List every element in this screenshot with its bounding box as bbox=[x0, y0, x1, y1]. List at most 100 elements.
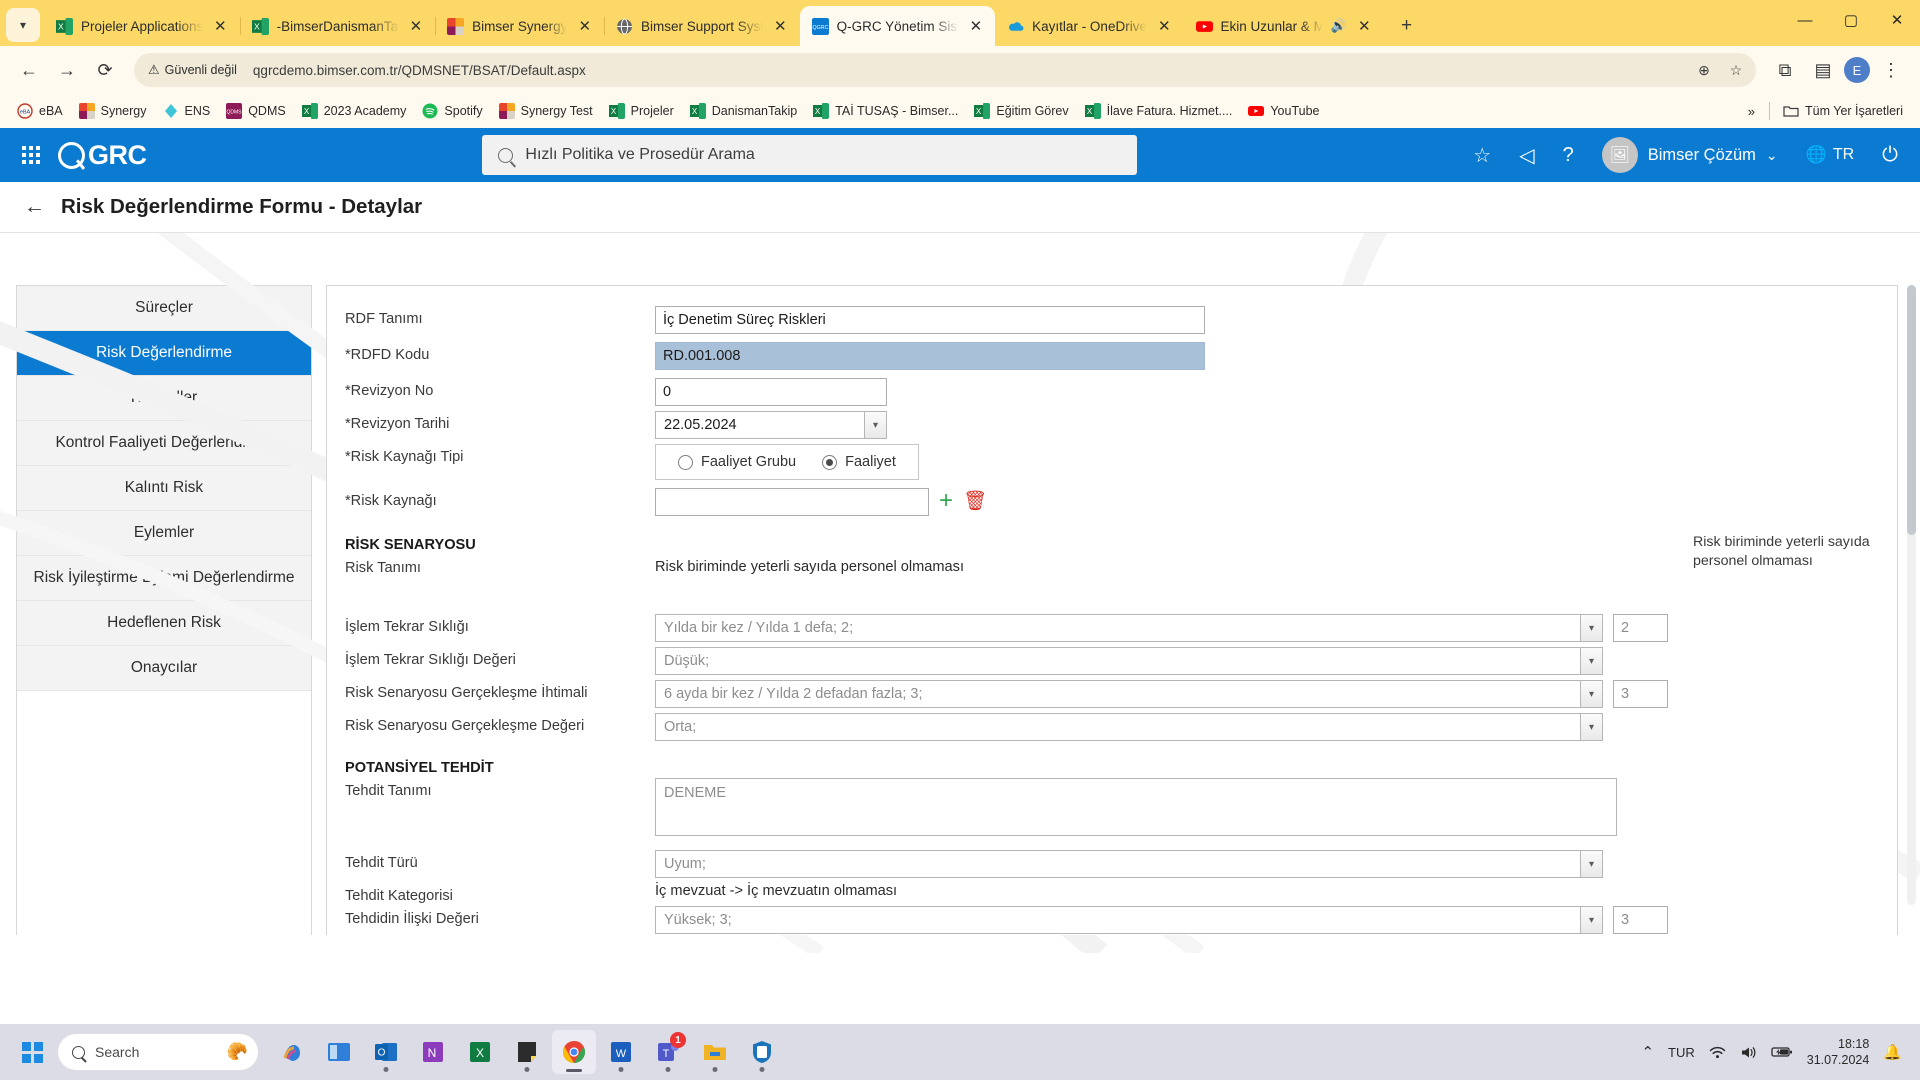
islem-tekrar-sikligi-degeri-dropdown[interactable]: Düşük; ▾ bbox=[655, 647, 1603, 675]
power-icon[interactable]: ⏻ bbox=[1882, 144, 1898, 167]
sidebar-item-surecler[interactable]: Süreçler bbox=[17, 286, 311, 331]
task-view-icon[interactable] bbox=[317, 1030, 361, 1074]
browser-tab-5[interactable]: Kayıtlar - OneDrive ✕ bbox=[995, 6, 1183, 46]
battery-charging-icon[interactable] bbox=[1771, 1045, 1793, 1059]
maximize-button[interactable]: ▢ bbox=[1828, 0, 1874, 40]
chevron-down-icon[interactable]: ▾ bbox=[1580, 906, 1603, 934]
address-bar[interactable]: ⚠ Güvenli değil qgrcdemo.bimser.com.tr/Q… bbox=[134, 53, 1756, 87]
chevron-down-icon[interactable]: ▾ bbox=[1580, 713, 1603, 741]
browser-tab-2[interactable]: Bimser Synergy ✕ bbox=[435, 6, 606, 46]
announcement-icon[interactable]: ◁ bbox=[1519, 143, 1534, 168]
apps-grid-icon[interactable] bbox=[22, 146, 40, 164]
tehdit-turu-dropdown[interactable]: Uyum; ▾ bbox=[655, 850, 1603, 878]
teams-icon[interactable]: T 1 bbox=[646, 1030, 690, 1074]
bookmark-synergy[interactable]: Synergy bbox=[72, 99, 154, 123]
back-button[interactable]: ← bbox=[12, 53, 46, 87]
risk-gerceklesme-ihtimali-dropdown[interactable]: 6 ayda bir kez / Yılda 2 defadan fazla; … bbox=[655, 680, 1603, 708]
tab-search-button[interactable]: ▾ bbox=[6, 8, 40, 42]
chevron-down-icon[interactable]: ▾ bbox=[1580, 647, 1603, 675]
tab-close-button[interactable]: ✕ bbox=[967, 17, 986, 36]
back-arrow-icon[interactable]: ← bbox=[24, 195, 45, 219]
chrome-icon[interactable] bbox=[552, 1030, 596, 1074]
bookmark-ens[interactable]: ENS bbox=[156, 99, 218, 123]
language-selector[interactable]: 🌐 TR bbox=[1806, 145, 1855, 165]
window-close-button[interactable]: ✕ bbox=[1874, 0, 1920, 40]
revizyon-no-input[interactable]: 0 bbox=[655, 378, 887, 406]
bookmark-star-icon[interactable]: ☆ bbox=[1722, 56, 1750, 84]
copilot-icon[interactable] bbox=[270, 1030, 314, 1074]
windows-start-icon[interactable] bbox=[10, 1030, 54, 1074]
tab-close-button[interactable]: ✕ bbox=[407, 17, 426, 36]
sidebar-item-kontroller[interactable]: Kontroller bbox=[17, 376, 311, 421]
bookmark-2023-academy[interactable]: X 2023 Academy bbox=[295, 99, 414, 123]
bookmark-projeler[interactable]: X Projeler bbox=[602, 99, 681, 123]
tab-close-button[interactable]: ✕ bbox=[1155, 17, 1174, 36]
bookmark-synergy-test[interactable]: Synergy Test bbox=[492, 99, 600, 123]
reload-button[interactable]: ⟳ bbox=[88, 53, 122, 87]
browser-tab-4-active[interactable]: QGRC Q-GRC Yönetim Sistemi ✕ bbox=[799, 6, 996, 46]
browser-tab-6[interactable]: Ekin Uzunlar & M 🔊 ✕ bbox=[1184, 6, 1384, 46]
file-explorer-icon[interactable] bbox=[693, 1030, 737, 1074]
taskbar-search-input[interactable]: Search 🥐 bbox=[58, 1034, 258, 1070]
bookmark-eba[interactable]: eBA eBA bbox=[10, 99, 70, 123]
quick-search-input[interactable]: Hızlı Politika ve Prosedür Arama bbox=[482, 135, 1138, 175]
bell-icon[interactable]: 🔔 bbox=[1883, 1043, 1902, 1061]
profile-avatar[interactable]: E bbox=[1844, 57, 1870, 83]
chevron-down-icon[interactable]: ▾ bbox=[1580, 850, 1603, 878]
bookmark-ilave-fatura[interactable]: X İlave Fatura. Hizmet.... bbox=[1078, 99, 1240, 123]
all-bookmarks-button[interactable]: Tüm Yer İşaretleri bbox=[1776, 99, 1910, 123]
bookmark-qdms[interactable]: QDMS QDMS bbox=[219, 99, 293, 123]
outlook-icon[interactable]: O bbox=[364, 1030, 408, 1074]
chevron-down-icon[interactable]: ▾ bbox=[864, 411, 887, 439]
sidebar-item-risk-degerlendirme[interactable]: Risk Değerlendirme bbox=[17, 331, 311, 376]
new-tab-button[interactable]: + bbox=[1392, 11, 1422, 41]
chevron-down-icon[interactable]: ▾ bbox=[1580, 614, 1603, 642]
tab-close-button[interactable]: ✕ bbox=[575, 17, 594, 36]
browser-tab-1[interactable]: X -BimserDanismanTakip ✕ bbox=[240, 6, 437, 46]
risk-kaynagi-input[interactable] bbox=[655, 488, 929, 516]
forward-button[interactable]: → bbox=[50, 53, 84, 87]
onenote-icon[interactable]: N bbox=[411, 1030, 455, 1074]
bookmark-tai-tusas[interactable]: X TAİ TUSAŞ - Bimser... bbox=[806, 99, 965, 123]
risk-gerceklesme-ihtimali-number[interactable]: 3 bbox=[1613, 680, 1668, 708]
tray-chevron-icon[interactable]: ⌃ bbox=[1641, 1043, 1654, 1061]
excel-icon[interactable]: X bbox=[458, 1030, 502, 1074]
sidebar-item-kalinti-risk[interactable]: Kalıntı Risk bbox=[17, 466, 311, 511]
app-logo[interactable]: GRC bbox=[58, 140, 147, 171]
tehdidin-iliski-degeri-number[interactable]: 3 bbox=[1613, 906, 1668, 934]
taskbar-clock[interactable]: 18:18 31.07.2024 bbox=[1807, 1036, 1870, 1069]
user-menu[interactable]: 🖼 Bimser Çözüm ⌄ bbox=[1601, 137, 1778, 173]
zoom-icon[interactable]: ⊕ bbox=[1690, 56, 1718, 84]
language-indicator[interactable]: TUR bbox=[1668, 1045, 1695, 1060]
bookmark-egitim-gorev[interactable]: X Eğitim Görev bbox=[967, 99, 1075, 123]
sidebar-item-risk-iyilestirme-eylemi-degerlendirme[interactable]: Risk İyileştirme Eylemi Değerlendirme bbox=[17, 556, 311, 601]
tab-close-button[interactable]: ✕ bbox=[211, 17, 230, 36]
wifi-icon[interactable] bbox=[1709, 1045, 1726, 1060]
islem-tekrar-sikligi-dropdown[interactable]: Yılda bir kez / Yılda 1 defa; 2; ▾ bbox=[655, 614, 1603, 642]
browser-menu-icon[interactable]: ⋮ bbox=[1874, 53, 1908, 87]
trash-icon[interactable]: 🗑 bbox=[963, 488, 987, 516]
rdf-tanimi-input[interactable]: İç Denetim Süreç Riskleri bbox=[655, 306, 1205, 334]
radio-faaliyet-grubu[interactable]: Faaliyet Grubu bbox=[678, 454, 796, 470]
bookmark-danismantakip[interactable]: X DanismanTakip bbox=[683, 99, 804, 123]
revizyon-tarihi-datepicker[interactable]: 22.05.2024 ▾ bbox=[655, 411, 887, 439]
browser-tab-0[interactable]: X Projeler Applications ✕ bbox=[44, 6, 241, 46]
security-icon[interactable] bbox=[740, 1030, 784, 1074]
extensions-icon[interactable]: ⧉ bbox=[1768, 53, 1802, 87]
sidebar-item-hedeflenen-risk[interactable]: Hedeflenen Risk bbox=[17, 601, 311, 646]
word-icon[interactable]: W bbox=[599, 1030, 643, 1074]
bookmark-youtube[interactable]: YouTube bbox=[1241, 99, 1326, 123]
page-scrollbar[interactable] bbox=[1907, 285, 1916, 905]
tehdidin-iliski-degeri-dropdown[interactable]: Yüksek; 3; ▾ bbox=[655, 906, 1603, 934]
browser-tab-3[interactable]: Bimser Support System ✕ bbox=[604, 6, 801, 46]
sidebar-item-eylemler[interactable]: Eylemler bbox=[17, 511, 311, 556]
risk-gerceklesme-degeri-dropdown[interactable]: Orta; ▾ bbox=[655, 713, 1603, 741]
tab-close-button[interactable]: ✕ bbox=[1355, 17, 1374, 36]
favorites-star-icon[interactable]: ☆ bbox=[1473, 143, 1491, 168]
islem-tekrar-sikligi-number[interactable]: 2 bbox=[1613, 614, 1668, 642]
rdfd-kodu-input[interactable]: RD.001.008 bbox=[655, 342, 1205, 370]
bookmark-spotify[interactable]: Spotify bbox=[415, 99, 489, 123]
sidebar-item-kontrol-faaliyeti-degerlendirme[interactable]: Kontrol Faaliyeti Değerlendirme bbox=[17, 421, 311, 466]
scrollbar-thumb[interactable] bbox=[1907, 285, 1916, 535]
minimize-button[interactable]: — bbox=[1782, 0, 1828, 40]
